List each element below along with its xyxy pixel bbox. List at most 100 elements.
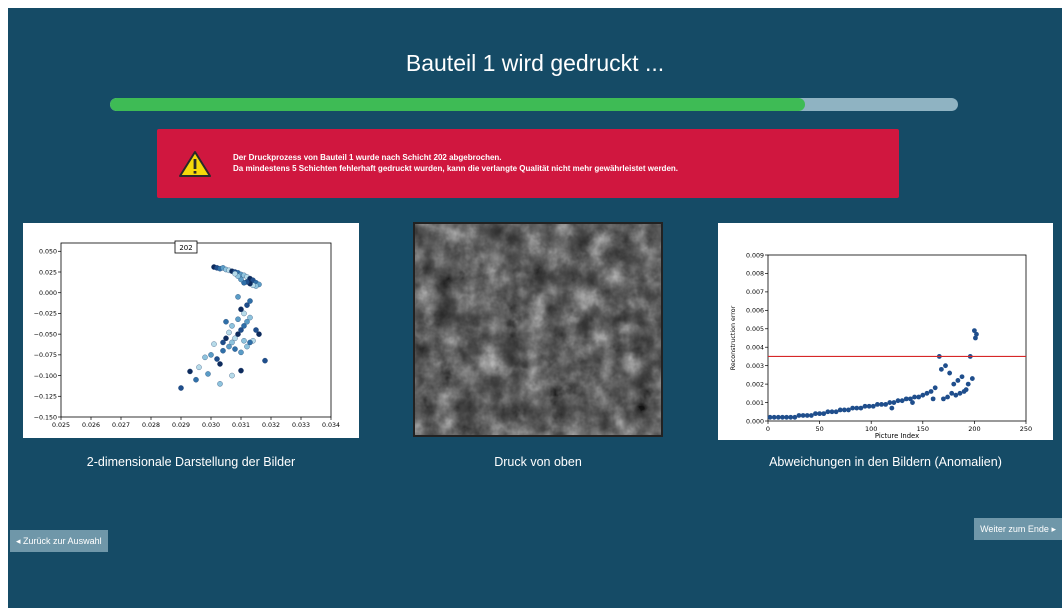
scatter-point [889,405,895,411]
scatter-point [813,411,818,417]
scatter-point [223,318,229,325]
x-tick-label: 50 [815,425,823,433]
scatter-point [903,396,909,402]
x-tick-label: 0.030 [202,422,220,429]
y-tick-label: −0.125 [34,394,57,401]
y-tick-label: 0.007 [746,289,764,296]
scatter-point [974,331,979,337]
scatter-point [262,357,268,364]
scatter-point [963,387,969,393]
scatter-point [833,409,839,415]
x-tick-label: 0.028 [142,422,160,429]
scatter-point [202,354,208,361]
x-tick-label: 0.033 [292,422,310,429]
y-tick-label: −0.075 [34,352,57,359]
back-button-label: Zurück zur Auswahl [23,536,102,546]
scatter-point [788,414,794,420]
scatter-caption: 2-dimensionale Darstellung der Bilder [86,455,296,469]
scatter-point [947,370,953,376]
scatter-point [938,366,944,372]
scatter-point [792,414,798,420]
scatter-point [817,411,822,417]
reconstruction-error-chart: 0 50 100 150 200 2500.0000.0010.0020.0030.004… [730,252,1032,440]
top-view-print-image [413,222,663,437]
top-view-photo-panel [413,222,663,437]
error-alert: Der Druckprozess von Bauteil 1 wurde nac… [157,129,899,198]
scatter-point [804,413,810,418]
app-window: Bauteil 1 wird gedruckt ... Der Druckpro… [8,8,1062,608]
scatter-point [771,414,777,420]
y-axis-label: Reconstruction error [730,305,737,370]
x-tick-label: 0.029 [172,422,190,429]
scatter-point [955,378,961,383]
anomaly-caption: Abweichungen in den Bildern (Anomalien) [769,455,1002,469]
alert-line-2: Da mindestens 5 Schichten fehlerhaft ged… [233,164,678,173]
alert-line-1: Der Druckprozess von Bauteil 1 wurde nac… [233,153,502,162]
page-title: Bauteil 1 wird gedruckt ... [405,50,665,76]
scatter-point [821,411,827,417]
chevron-left-icon: ◂ [16,536,21,546]
scatter-point [220,339,226,346]
scatter-point [784,414,789,420]
scatter-point [932,385,938,391]
scatter-point [887,400,893,405]
scatter-point [930,396,936,402]
scatter-point [866,403,872,409]
scatter-point [235,316,241,322]
y-tick-label: 0.004 [746,345,764,352]
scatter-point [775,414,781,420]
scatter-point [924,390,930,396]
scatter-point [899,398,905,404]
scatter-point [920,392,926,398]
scatter-point [247,314,253,321]
scatter-point [874,402,880,407]
x-tick-label: 0.025 [52,422,70,429]
y-tick-label: −0.050 [34,331,57,338]
print-progress-fill [110,98,806,111]
y-tick-label: 0.001 [746,400,764,407]
scatter-point [220,347,226,354]
y-tick-label: 0.000 [39,290,57,297]
scatter-point [196,364,202,371]
scatter-point [247,298,253,304]
continue-to-end-button[interactable]: Weiter zum Ende ▸ [974,518,1062,540]
scatter-point [910,400,915,405]
y-tick-label: 0.006 [746,308,764,315]
scatter-point [247,339,253,346]
scatter-point [895,398,901,404]
scatter-point [883,402,889,407]
scatter-point [928,389,934,394]
scatter-point [951,381,957,387]
y-tick-label: 0.003 [746,363,764,370]
scatter-point [238,367,244,374]
scatter-point [767,414,773,420]
plot-frame [767,254,1027,422]
print-progress-bar [110,98,958,111]
x-tick-label: 250 [1020,425,1032,433]
scatter-point [862,403,868,409]
y-tick-label: 0.000 [746,418,764,425]
scatter-point [959,374,965,380]
alert-message: Der Druckprozess von Bauteil 1 wurde nac… [233,152,678,174]
back-to-selection-button[interactable]: ◂ Zurück zur Auswahl [10,530,108,552]
scatter-point [241,338,247,344]
scatter-point [232,346,238,352]
scatter-point [800,413,806,418]
scatter-point [969,376,975,381]
chevron-right-icon: ▸ [1051,524,1056,534]
scatter-point [879,402,884,407]
scatter-point [854,405,860,411]
scatter-point [943,363,948,369]
scatter-point [235,294,241,300]
x-tick-label: 0.032 [262,422,280,429]
scatter-point [825,409,831,415]
y-tick-label: 0.002 [746,381,764,388]
scatter-point [858,405,864,411]
scatter-point [193,376,199,383]
y-tick-label: −0.150 [34,414,57,421]
y-tick-label: −0.100 [34,373,57,380]
scatter-point [949,390,955,396]
scatter-point [217,381,223,387]
scatter-point [178,385,184,391]
latent-space-scatter-panel: 0.025 0.026 0.027 0.028 0.029 0.030 0.031 0.032… [23,223,359,438]
